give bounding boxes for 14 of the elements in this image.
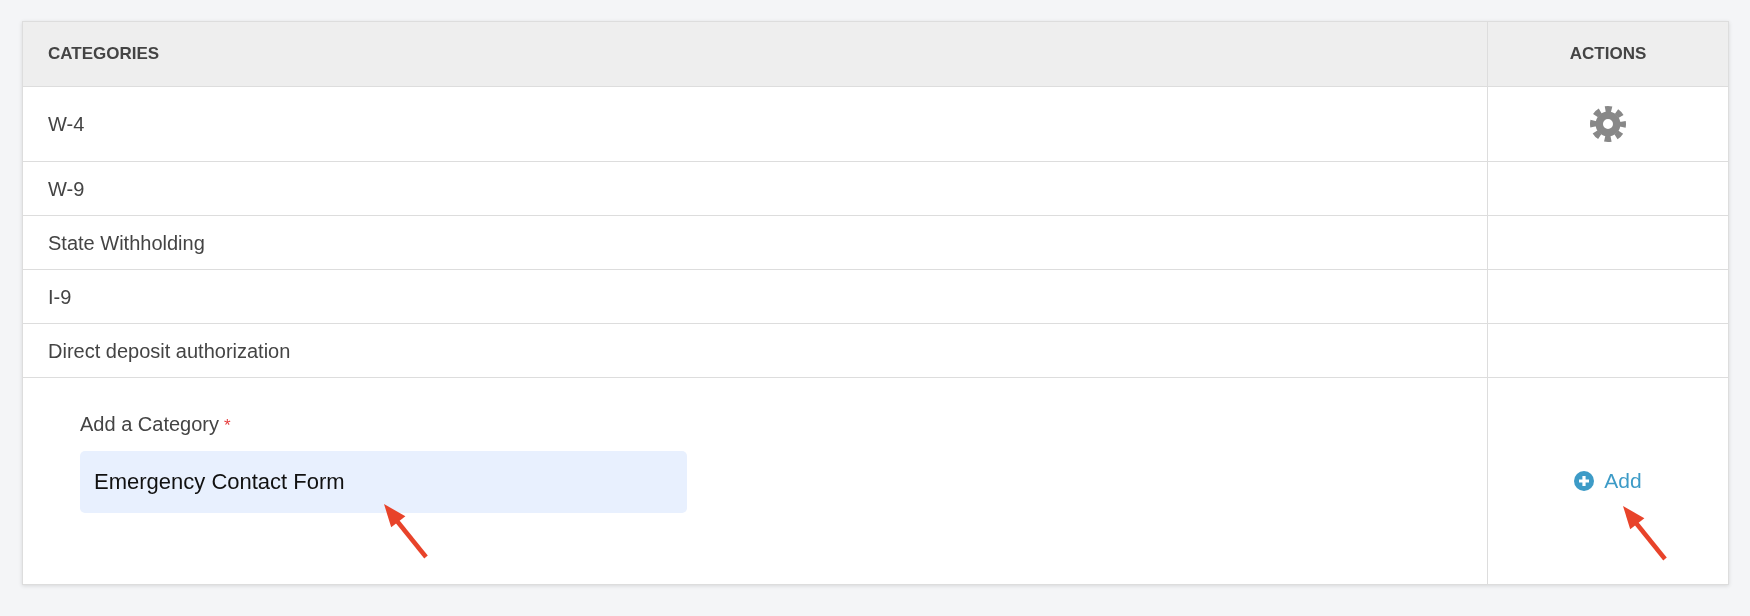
table-cell-text: I-9 <box>48 284 72 310</box>
required-mark: * <box>224 415 231 437</box>
plus-circle-icon <box>1574 471 1595 491</box>
annotation-arrow <box>381 502 431 560</box>
table-cell-text: W-4 <box>48 112 85 137</box>
annotation-arrow <box>1620 504 1670 562</box>
field-label: Add a Category <box>80 412 219 436</box>
input-field[interactable]: Emergency Contact Form <box>80 451 687 513</box>
settings-icon[interactable] <box>1590 106 1626 142</box>
column-header: CATEGORIES <box>48 43 160 66</box>
table-cell-text: Direct deposit authorization <box>48 338 291 364</box>
table-cell-text: W-9 <box>48 176 85 202</box>
column-header: ACTIONS <box>1569 43 1647 66</box>
table-cell-text: State Withholding <box>48 230 205 256</box>
